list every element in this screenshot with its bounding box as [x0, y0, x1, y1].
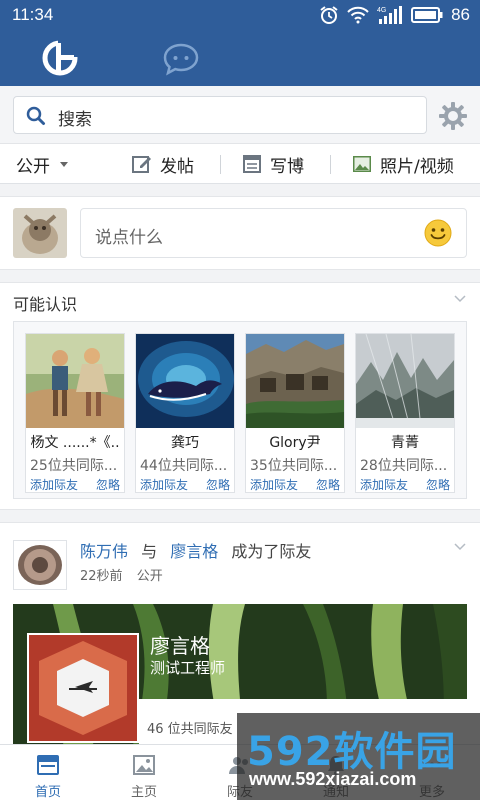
profile-photo[interactable]	[27, 633, 139, 743]
divider	[330, 155, 331, 174]
feed-headline: 陈万伟 与 廖言格 成为了际友	[80, 538, 311, 562]
add-friend-link[interactable]: 添加际友	[140, 476, 188, 493]
mutual-friends: 44位共同际...	[140, 458, 228, 474]
network-type: 4G	[377, 7, 386, 14]
media-button[interactable]: 照片/视频	[352, 144, 454, 184]
action-row: 公开 发帖 写博 照片/视频	[0, 144, 480, 184]
nav-home[interactable]: 首页	[0, 745, 96, 800]
suggestion-card[interactable]: 青菁 28位共同际... 添加际友 忽略	[355, 333, 455, 493]
avatar[interactable]	[13, 208, 67, 258]
chevron-down-icon[interactable]	[454, 543, 466, 551]
post-button[interactable]: 发帖	[132, 144, 194, 184]
suggestion-card[interactable]: 杨文 ......*《.. 25位共同际... 添加际友 忽略	[25, 333, 125, 493]
section-title: 可能认识	[13, 295, 78, 314]
feed-meta: 22秒前 公开	[80, 565, 163, 584]
app-header	[0, 32, 480, 86]
mutual-friends: 35位共同际...	[250, 458, 338, 474]
media-label: 照片/视频	[380, 156, 454, 177]
nav-label: 主页	[130, 785, 157, 800]
people-you-may-know: 可能认识 杨文 ......*《.. 25位共同际... 添加际友 忽略 龚巧 …	[0, 282, 480, 510]
search-row: 搜索	[0, 86, 480, 144]
nav-label: 首页	[34, 785, 61, 800]
battery-icon	[411, 7, 443, 23]
profile-photo[interactable]	[26, 334, 124, 428]
ignore-link[interactable]: 忽略	[206, 476, 230, 493]
status-bar: 11:34 4G 86	[0, 0, 480, 32]
smiley-icon[interactable]	[424, 219, 452, 247]
card-name: 廖言格	[150, 634, 210, 658]
photo-icon	[353, 156, 371, 172]
mutual-friends: 46 位共同际友	[147, 722, 233, 737]
mutual-friends: 25位共同际...	[30, 458, 118, 474]
home-icon	[37, 755, 59, 775]
add-friend-link[interactable]: 添加际友	[360, 476, 408, 493]
nav-profile[interactable]: 主页	[96, 745, 192, 800]
suggestion-name: 杨文 ......*《..	[30, 435, 120, 451]
status-time: 11:34	[12, 5, 54, 24]
profile-photo[interactable]	[356, 334, 454, 428]
chat-bubble-icon[interactable]	[162, 42, 200, 76]
wifi-icon	[347, 6, 369, 24]
visibility-text: 公开	[136, 569, 163, 584]
ignore-link[interactable]: 忽略	[316, 476, 340, 493]
suggestion-card[interactable]: Glory尹 35位共同际... 添加际友 忽略	[245, 333, 345, 493]
suggestion-name: 龚巧	[171, 435, 199, 451]
battery-level: 86	[451, 5, 470, 24]
profile-photo[interactable]	[246, 334, 344, 428]
logo-icon[interactable]	[42, 40, 78, 76]
document-icon	[243, 155, 261, 173]
search-icon	[26, 106, 45, 125]
watermark-url: www.592xiazai.com	[249, 769, 417, 789]
watermark: 592软件园 www.592xiazai.com	[237, 713, 480, 800]
profile-photo[interactable]	[136, 334, 234, 428]
divider	[220, 155, 221, 174]
visibility-label: 公开	[16, 156, 50, 177]
friend-link[interactable]: 廖言格	[170, 542, 218, 561]
caret-down-icon	[60, 161, 68, 167]
post-composer: 说点什么	[0, 196, 480, 270]
avatar[interactable]	[13, 540, 67, 590]
timestamp: 22秒前	[80, 569, 123, 584]
signal-icon: 4G	[377, 6, 403, 24]
blog-label: 写博	[270, 156, 304, 177]
edit-icon	[132, 156, 151, 173]
mutual-friends: 28位共同际...	[360, 458, 448, 474]
search-placeholder: 搜索	[58, 110, 92, 130]
ignore-link[interactable]: 忽略	[426, 476, 450, 493]
visibility-dropdown[interactable]: 公开	[16, 144, 68, 184]
suggestion-name: Glory尹	[269, 435, 321, 451]
ignore-link[interactable]: 忽略	[96, 476, 120, 493]
chevron-down-icon[interactable]	[454, 295, 466, 303]
card-job-title: 测试工程师	[150, 659, 226, 677]
action-text: 成为了际友	[231, 542, 312, 561]
add-friend-link[interactable]: 添加际友	[250, 476, 298, 493]
status-icons: 4G 86	[319, 5, 470, 25]
blog-button[interactable]: 写博	[242, 144, 304, 184]
suggestion-carousel: 杨文 ......*《.. 25位共同际... 添加际友 忽略 龚巧 44位共同…	[13, 321, 467, 499]
suggestion-name: 青菁	[391, 435, 419, 451]
feed-item: 陈万伟 与 廖言格 成为了际友 22秒前 公开 廖言格 测试工程师 46 位共同…	[0, 522, 480, 745]
post-label: 发帖	[160, 156, 194, 177]
app-screen: 11:34 4G 86 搜索 公开 发帖 写博 照片/视频 说点什么 可能认识 …	[0, 0, 480, 800]
alarm-icon	[320, 6, 338, 24]
connector-text: 与	[141, 542, 158, 561]
add-friend-link[interactable]: 添加际友	[30, 476, 78, 493]
image-icon	[133, 755, 155, 775]
user-link[interactable]: 陈万伟	[80, 542, 128, 561]
gear-icon[interactable]	[438, 101, 468, 131]
suggestion-card[interactable]: 龚巧 44位共同际... 添加际友 忽略	[135, 333, 235, 493]
status-input[interactable]: 说点什么	[80, 208, 467, 258]
composer-placeholder: 说点什么	[95, 228, 163, 248]
search-input[interactable]: 搜索	[13, 96, 427, 134]
